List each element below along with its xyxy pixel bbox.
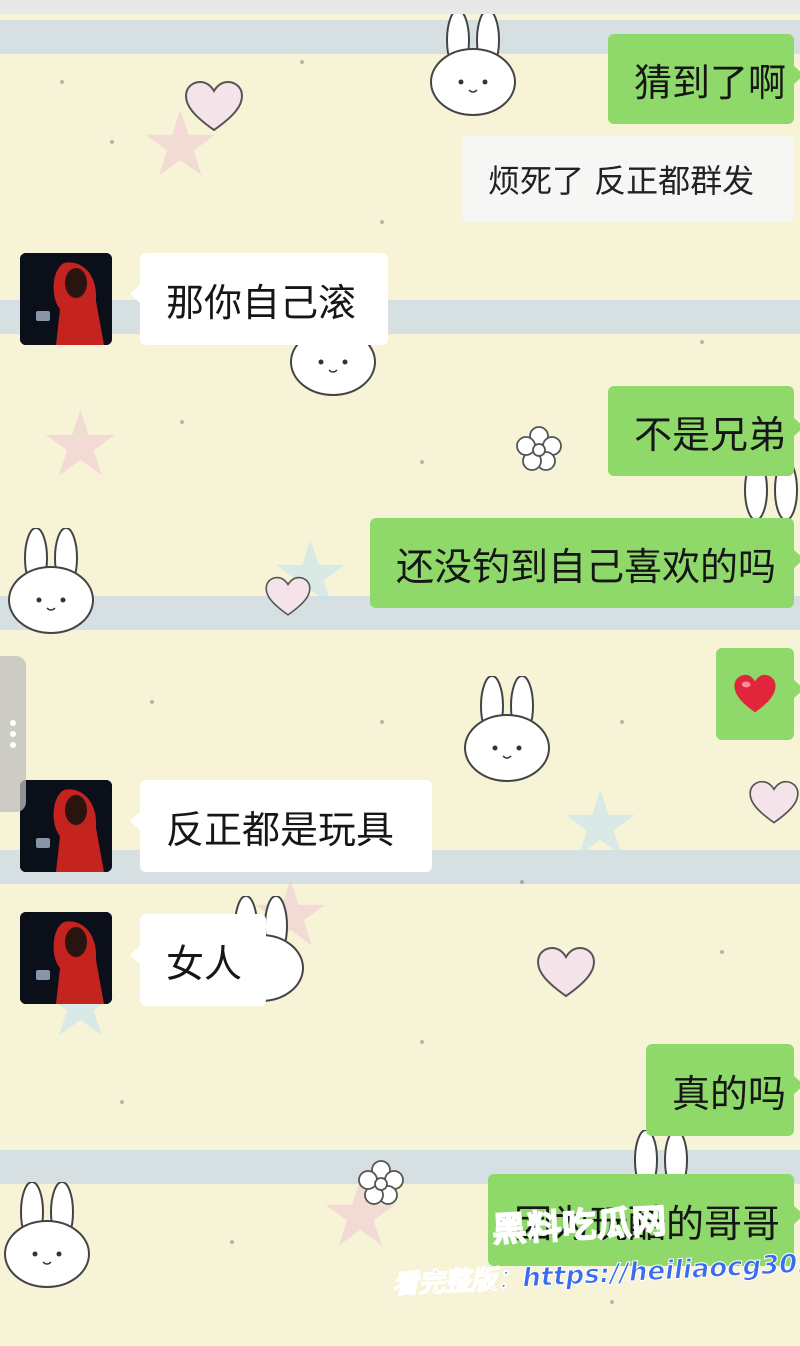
bunny-icon [4,1182,90,1288]
handle-dot [10,720,16,726]
speckle [420,460,424,464]
avatar-image [20,780,112,872]
speckle [520,880,524,884]
bunny-icon [430,10,516,116]
friend-avatar[interactable] [20,912,112,1004]
message-bubble-sent[interactable]: 真的吗 [646,1044,800,1136]
message-bubble-received[interactable]: 那你自己滚 [130,253,388,345]
side-drawer-handle[interactable] [0,656,26,812]
message-bubble-sent[interactable]: 烦死了 反正都群发 [462,136,794,222]
speckle [380,720,384,724]
avatar-image [20,253,112,345]
star-decoration: ★ [560,772,641,877]
message-bubble-sent[interactable]: 不是兄弟 [608,386,800,476]
watermark-logo: 黑料吃瓜网 [491,1201,669,1252]
avatar-image [20,912,112,1004]
speckle [230,1240,234,1244]
handle-dot [10,742,16,748]
bunny-icon [8,528,94,634]
speckle [380,220,384,224]
heart-outline-icon [184,80,244,132]
speckle [420,1040,424,1044]
speckle [700,340,704,344]
message-bubble-sent[interactable]: ❤️ [716,648,800,740]
flower-icon [358,1160,404,1205]
speckle [110,140,114,144]
friend-avatar[interactable] [20,253,112,345]
speckle [300,60,304,64]
message-bubble-received[interactable]: 女人 [130,914,266,1006]
message-bubble-sent[interactable]: 猜到了啊 [608,34,800,124]
wallpaper-stripe [0,300,800,334]
friend-avatar[interactable] [20,780,112,872]
handle-dot [10,731,16,737]
heart-emoji-icon [734,674,776,713]
message-bubble-received[interactable]: 反正都是玩具 [130,780,432,872]
speckle [120,1100,124,1104]
speckle [150,700,154,704]
speckle [720,950,724,954]
bunny-icon [464,676,550,782]
flower-icon [516,426,562,471]
heart-outline-icon [265,576,311,616]
heart-outline-icon [536,946,596,998]
speckle [610,1300,614,1304]
status-bar-edge [0,0,800,14]
heart-outline-icon [749,780,799,824]
speckle [620,720,624,724]
star-decoration: ★ [40,392,121,497]
speckle [60,80,64,84]
speckle [180,420,184,424]
message-bubble-sent[interactable]: 还没钓到自己喜欢的吗 [370,518,800,608]
